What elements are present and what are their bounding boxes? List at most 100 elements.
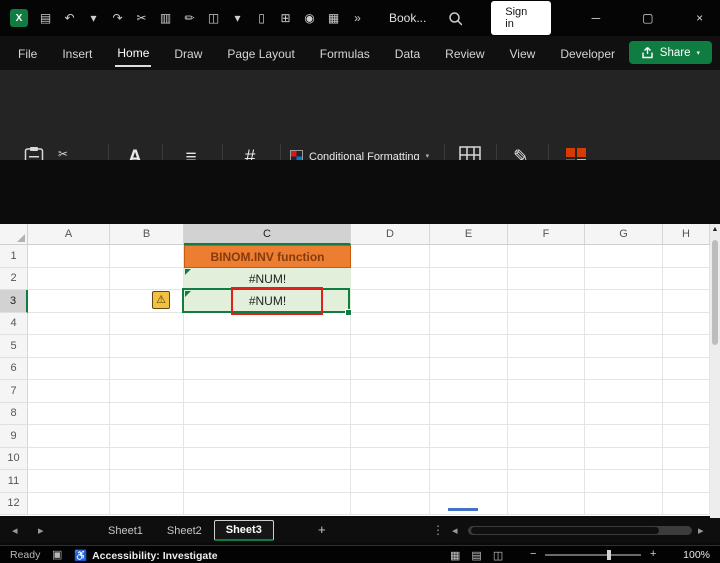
gridline [28, 514, 710, 515]
add-sheet-button[interactable]: + [318, 522, 326, 537]
copy-icon[interactable]: ▥ [159, 11, 172, 25]
vertical-scrollbar[interactable]: ▲ [710, 224, 720, 518]
pivot-table-icon[interactable]: ⊞ [279, 11, 292, 25]
sign-in-button[interactable]: Sign in [491, 1, 551, 35]
row-header-9[interactable]: 9 [0, 425, 28, 448]
share-button[interactable]: Share ▾ [628, 41, 712, 64]
window-icon[interactable]: ◫ [207, 11, 220, 25]
horizontal-scrollbar[interactable] [468, 526, 692, 535]
sheet-bar-more-icon[interactable]: ⋮ [432, 523, 444, 537]
cell-C1[interactable]: BINOM.INV function [184, 245, 351, 268]
column-header-G[interactable]: G [585, 224, 663, 245]
column-header-B[interactable]: B [110, 224, 184, 245]
view-normal-icon[interactable]: ▦ [450, 549, 460, 562]
gridline [28, 491, 710, 493]
horizontal-scrollbar-thumb[interactable] [471, 527, 659, 534]
conditional-formatting-chevron-icon: ▾ [425, 153, 430, 160]
tab-draw[interactable]: Draw [172, 40, 204, 66]
fill-handle[interactable] [345, 309, 352, 316]
share-label: Share [659, 46, 691, 59]
column-header-E[interactable]: E [430, 224, 508, 245]
new-document-icon[interactable]: ▯ [255, 11, 268, 25]
row-header-10[interactable]: 10 [0, 447, 28, 470]
zoom-slider-thumb[interactable] [607, 550, 611, 560]
scroll-up-icon[interactable]: ▲ [710, 226, 720, 233]
gridline [28, 446, 710, 448]
row-header-1[interactable]: 1 [0, 245, 28, 268]
sheet-tab-sheet3[interactable]: Sheet3 [213, 520, 274, 541]
tab-page-layout[interactable]: Page Layout [225, 40, 296, 66]
row-header-2[interactable]: 2 [0, 267, 28, 290]
zoom-in-button[interactable]: + [650, 548, 656, 560]
error-options-button[interactable]: ⚠ [152, 291, 170, 309]
tab-insert[interactable]: Insert [60, 40, 94, 66]
zoom-out-button[interactable]: − [530, 548, 536, 560]
tab-formulas[interactable]: Formulas [318, 40, 372, 66]
column-header-F[interactable]: F [508, 224, 585, 245]
hscroll-right-icon[interactable]: ▸ [698, 524, 704, 537]
column-header-C[interactable]: C [184, 224, 351, 245]
row-header-4[interactable]: 4 [0, 312, 28, 335]
tab-review[interactable]: Review [443, 40, 486, 66]
close-button[interactable]: × [679, 0, 720, 36]
spreadsheet-grid[interactable]: ABCDEFGH 1 2 3 4 5 6 7 8 9 10 11 12 BINOM.INV funct… [0, 224, 710, 516]
sheet-tab-sheet2[interactable]: Sheet2 [155, 521, 214, 541]
share-icon [642, 47, 653, 59]
title-bar: X ▤ ↶ ▾ ↷ ✂ ▥ ✏ ◫ ▾ ▯ ⊞ ◉ ▦ » Book... Si… [0, 0, 720, 36]
excel-logo-icon[interactable]: X [10, 9, 28, 27]
view-page-break-icon[interactable]: ◫ [493, 549, 503, 562]
ribbon: Paste ▾ ✂ ▥▾ ✏ Clipboard A Font ▾ ≡ Alig… [0, 70, 720, 229]
maximize-button[interactable]: ▢ [627, 0, 668, 36]
column-header-H[interactable]: H [663, 224, 710, 245]
row-header-3[interactable]: 3 [0, 290, 28, 313]
minimize-button[interactable]: ─ [576, 0, 617, 36]
sheet-nav-left-icon[interactable]: ◂ [12, 524, 18, 537]
row-header-8[interactable]: 8 [0, 402, 28, 425]
tab-view[interactable]: View [508, 40, 538, 66]
row-header-12[interactable]: 12 [0, 492, 28, 515]
row-header-7[interactable]: 7 [0, 380, 28, 403]
search-icon[interactable] [448, 11, 463, 26]
gridline [662, 245, 663, 515]
gridline [28, 401, 710, 403]
tab-data[interactable]: Data [393, 40, 422, 66]
camera-icon[interactable]: ◉ [303, 11, 316, 25]
row-header-5[interactable]: 5 [0, 335, 28, 358]
vertical-scrollbar-thumb[interactable] [712, 240, 718, 345]
format-painter-icon[interactable]: ✏ [183, 11, 196, 25]
row-header-11[interactable]: 11 [0, 470, 28, 493]
row-header-6[interactable]: 6 [0, 357, 28, 380]
sheet-nav-right-icon[interactable]: ▸ [38, 524, 44, 537]
accessibility-label: Accessibility: Investigate [92, 549, 218, 562]
more-commands-icon[interactable]: » [351, 11, 364, 25]
save-icon[interactable]: ▤ [39, 11, 52, 25]
gridline [109, 245, 110, 515]
error-indicator-C2 [185, 268, 191, 275]
column-header-A[interactable]: A [28, 224, 110, 245]
gridline [28, 424, 710, 425]
table-icon[interactable]: ▦ [327, 11, 340, 25]
macro-record-icon[interactable]: ▣ [52, 548, 62, 561]
undo-chevron-icon[interactable]: ▾ [87, 11, 100, 25]
redo-icon[interactable]: ↷ [111, 11, 124, 25]
chevron-down-icon[interactable]: ▾ [231, 11, 244, 25]
view-page-layout-icon[interactable]: ▤ [471, 549, 481, 562]
tab-developer[interactable]: Developer [558, 40, 617, 66]
undo-icon[interactable]: ↶ [63, 11, 76, 25]
select-all-button[interactable] [0, 224, 28, 245]
zoom-level[interactable]: 100% [683, 549, 710, 561]
gridline [28, 356, 710, 358]
sheet-tab-bar: ◂ ▸ Sheet1 Sheet2 Sheet3 + ⋮ ◂ ▸ [0, 518, 720, 543]
sheet-tab-sheet1[interactable]: Sheet1 [96, 521, 155, 541]
warning-icon: ⚠ [156, 293, 166, 306]
gridline [28, 334, 710, 335]
accessibility-status[interactable]: ♿ Accessibility: Investigate [74, 549, 218, 563]
tab-home[interactable]: Home [115, 39, 152, 67]
status-bar: Ready ▣ ♿ Accessibility: Investigate ▦ ▤… [0, 545, 720, 563]
column-header-D[interactable]: D [351, 224, 430, 245]
hscroll-left-icon[interactable]: ◂ [452, 524, 458, 537]
zoom-slider[interactable] [545, 550, 641, 560]
tab-file[interactable]: File [16, 40, 39, 66]
gridline [507, 245, 508, 515]
cut-icon[interactable]: ✂ [135, 11, 148, 25]
